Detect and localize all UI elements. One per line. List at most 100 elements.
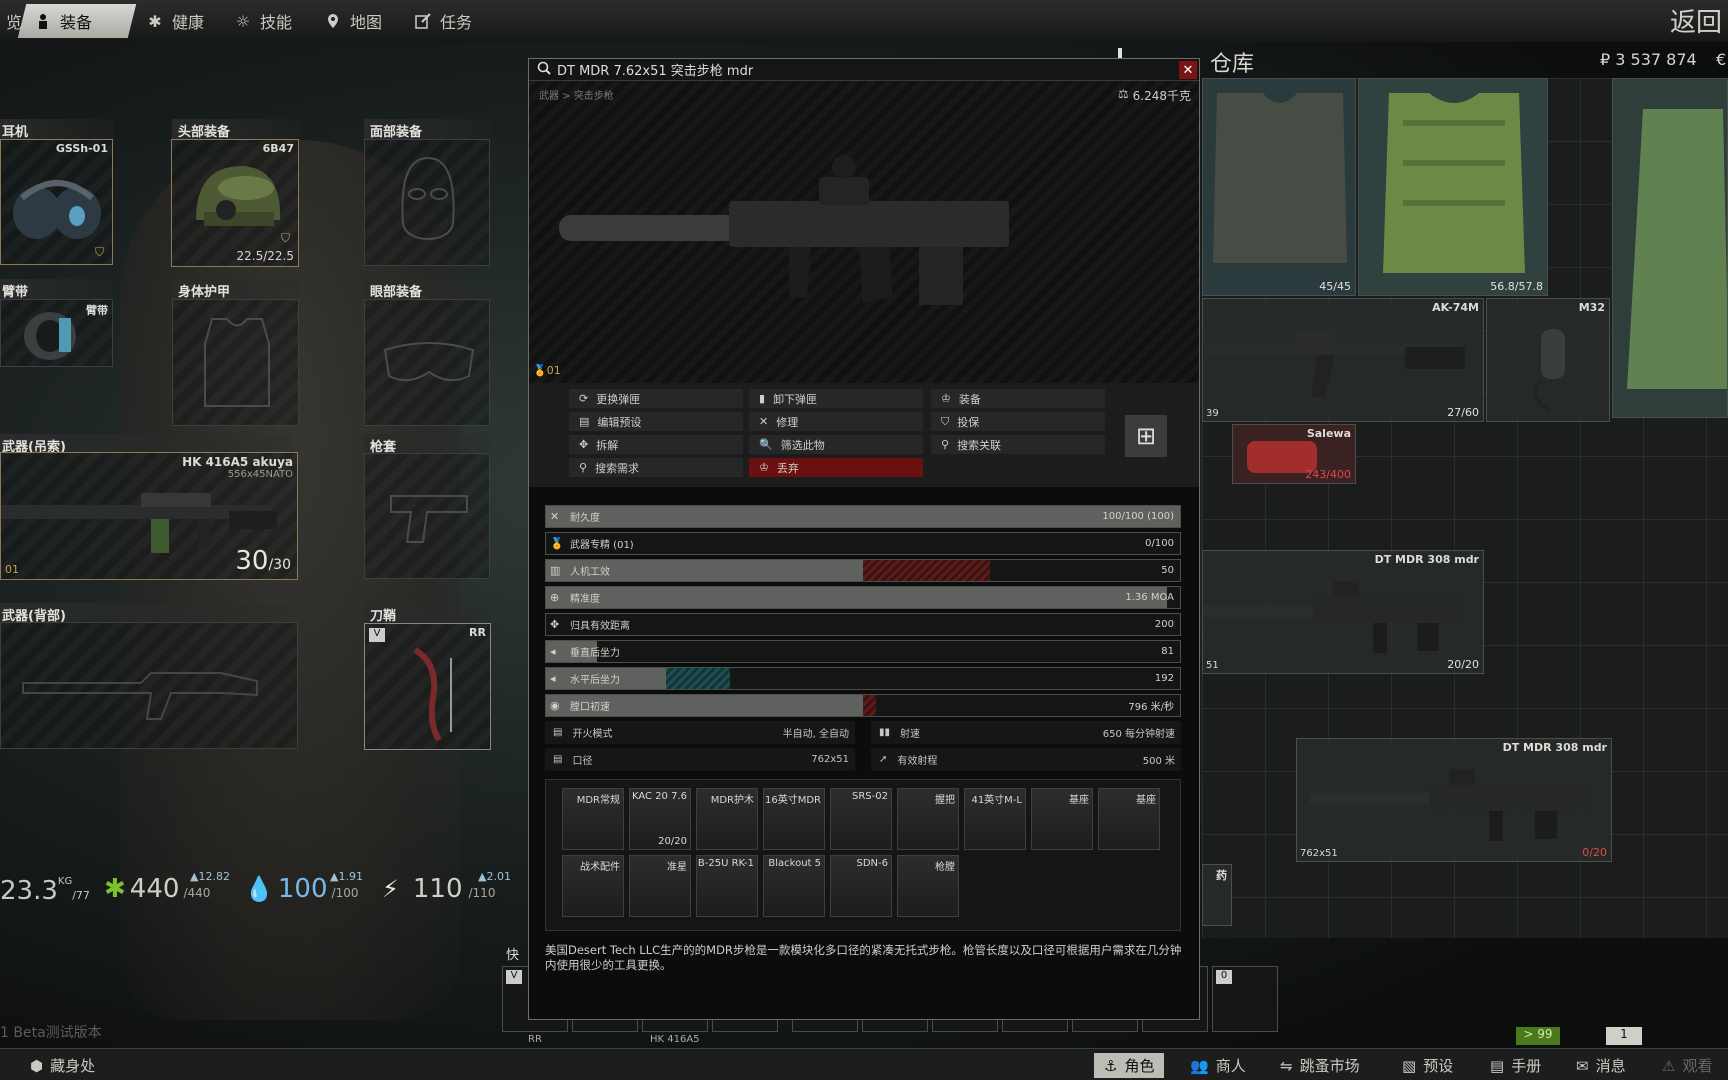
add-to-build-button[interactable]: ⊞	[1125, 415, 1167, 457]
item-inspect-window[interactable]: DT MDR 7.62x51 突击步枪 mdr ✕ 武器 > 突击步枪 ⚖ 6.2…	[528, 58, 1200, 1020]
mod-slot-handguard[interactable]: MDR护木	[696, 788, 758, 850]
karambit-image	[413, 647, 452, 742]
mod-slot-tactical-device[interactable]: 战术配件	[562, 855, 624, 917]
equip-button[interactable]: ♔ 装备	[931, 389, 1105, 408]
handbook-button[interactable]: ▤ 手册	[1480, 1053, 1551, 1078]
weight-readout: 23.3KG/77	[0, 876, 90, 906]
health-icon: ✱	[104, 874, 126, 904]
stat-value: 半自动, 全自动	[782, 729, 849, 740]
flea-market-button[interactable]: ⇋ 跳蚤市场	[1270, 1053, 1370, 1078]
armband-slot[interactable]: 臂带	[0, 299, 113, 367]
stat-horizontal-recoil-bonus	[666, 668, 730, 689]
headset-image	[13, 180, 101, 239]
stat-label: 射速	[900, 729, 921, 740]
presets-button[interactable]: ▧ 预设	[1392, 1053, 1463, 1078]
mod-slot-mount-2[interactable]: 基座	[1098, 788, 1160, 850]
holster-slot[interactable]	[364, 453, 490, 579]
mod-name: 枪膛	[935, 862, 955, 873]
linked-search-button[interactable]: ⚲ 搜索关联	[931, 435, 1105, 454]
pistol-placeholder-icon	[390, 495, 468, 543]
mod-slot-scope[interactable]: SRS-02	[830, 788, 892, 850]
mod-slot-muzzle[interactable]: B-25U RK-1	[696, 855, 758, 917]
stash-item-ak74m[interactable]: AK-74M 39 27/60	[1202, 298, 1484, 422]
filter-by-item-button[interactable]: 🔍 筛选此物	[749, 435, 923, 454]
tab-map[interactable]: 地图	[312, 4, 394, 38]
primary-weapon-mark: 01	[5, 563, 19, 576]
mod-slot-foregrip[interactable]: 握把	[897, 788, 959, 850]
messages-button[interactable]: ✉ 消息	[1566, 1053, 1636, 1078]
character-button[interactable]: ⚓ 角色	[1094, 1053, 1165, 1078]
unload-magazine-button[interactable]: ▮ 卸下弹匣	[749, 389, 923, 408]
action-label: 搜索关联	[957, 438, 1002, 452]
change-magazine-button[interactable]: ⟳ 更换弹匣	[569, 389, 743, 408]
body-armor-slot[interactable]	[172, 299, 299, 426]
primary-weapon-slot[interactable]: HK 416A5 akuya 556x45NATO 01 30/30	[0, 452, 298, 580]
traders-button[interactable]: 👥 商人	[1180, 1053, 1256, 1078]
tab-tasks[interactable]: 任务	[402, 4, 484, 38]
headwear-slot-title: 头部装备	[172, 119, 300, 140]
mod-slot-magazine[interactable]: KAC 20 7.6 20/20	[629, 788, 691, 850]
mod-slot-front-sight[interactable]: 准星	[629, 855, 691, 917]
back-button[interactable]: 返回	[1670, 2, 1722, 39]
stat-accuracy-fill	[546, 587, 1168, 608]
tab-health[interactable]: ✱ 健康	[134, 4, 216, 38]
watch-button[interactable]: ⚠ 观看	[1652, 1053, 1722, 1078]
health-readout: ✱ 440 /440 ▲12.82	[104, 870, 230, 904]
hideout-button[interactable]: ⬢ 藏身处	[20, 1053, 105, 1078]
mod-slot-mount-1[interactable]: 基座	[1031, 788, 1093, 850]
back-weapon-slot[interactable]	[0, 622, 298, 749]
stash-item-armor-2[interactable]: 56.8/57.8	[1358, 78, 1548, 296]
scabbard-slot[interactable]: V RR	[364, 623, 491, 750]
mod-slot-chamber[interactable]: 枪膛	[897, 855, 959, 917]
stat-value: 50	[1161, 565, 1174, 576]
stash-item-armor-1[interactable]: 45/45	[1202, 78, 1356, 296]
tab-skills-label: 技能	[260, 13, 293, 32]
armor-placeholder-icon	[204, 318, 270, 407]
hideout-label: 藏身处	[50, 1057, 96, 1075]
stash-item-name: 药	[1216, 869, 1227, 882]
mod-slot-pistol-grip[interactable]: MDR常规	[562, 788, 624, 850]
stash-item-m32[interactable]: M32	[1486, 298, 1610, 422]
stash-item-salewa[interactable]: Salewa 243/400	[1232, 424, 1356, 484]
eyewear-slot[interactable]	[364, 299, 490, 426]
stash-item-dt-mdr-1[interactable]: DT MDR 308 mdr 51 20/20	[1202, 550, 1484, 674]
flea-market-label: 跳蚤市场	[1299, 1057, 1360, 1075]
stat-label: 口径	[572, 756, 593, 767]
quickslot-11[interactable]: 0	[1212, 966, 1278, 1032]
bottom-nav-bar: ⬢ 藏身处 > 99 1 ⚓ 角色 👥 商人 ⇋ 跳蚤市场 ▧ 预设 ▤ 手册 ✉ 消息 ⚠ 观…	[0, 1027, 1728, 1080]
mod-slot-barrel[interactable]: 16英寸MDR	[763, 788, 825, 850]
edit-preset-button[interactable]: ▤ 编辑预设	[569, 412, 743, 431]
insure-button[interactable]: ⛉ 投保	[931, 412, 1105, 431]
holster-slot-title: 枪套	[364, 434, 490, 455]
close-button[interactable]: ✕	[1179, 61, 1197, 79]
stash-grid[interactable]: 45/45 56.8/57.8 AK-74M 39 27/60 M32 Sale…	[1202, 78, 1728, 938]
tab-health-label: 健康	[172, 13, 205, 32]
stash-item-meds[interactable]: 药	[1202, 864, 1232, 926]
camo-vest-image	[1627, 109, 1727, 389]
scabbard-tag: V	[369, 628, 385, 642]
goggles-placeholder-icon	[383, 342, 475, 382]
stash-item-dt-mdr-2[interactable]: DT MDR 308 mdr 762x51 0/20	[1296, 738, 1612, 862]
required-search-button[interactable]: ⚲ 搜索需求	[569, 458, 743, 477]
traders-icon: 👥	[1190, 1056, 1209, 1075]
discard-button[interactable]: ♔ 丢弃	[749, 458, 923, 477]
tab-skills[interactable]: ☼ 技能	[222, 4, 304, 38]
eyewear-slot-title: 眼部装备	[364, 279, 490, 300]
stat-ergonomics-penalty	[863, 560, 990, 581]
earpiece-slot[interactable]: GSSh-01 ⛉	[0, 139, 113, 265]
headwear-slot[interactable]: 6B47 ⛉ 22.5/22.5	[171, 139, 299, 267]
facecover-slot[interactable]	[364, 139, 490, 266]
vest-image	[1213, 93, 1347, 263]
mod-slot-rail[interactable]: SDN-6	[830, 855, 892, 917]
equip-icon: ♔	[941, 392, 951, 405]
link-icon: ⚲	[941, 438, 950, 451]
tab-gear[interactable]: 装备	[17, 4, 137, 38]
reload-icon: ⟳	[579, 392, 589, 405]
mod-name: 准星	[667, 862, 687, 873]
mod-slot-tactical[interactable]: 41英寸M-L	[964, 788, 1026, 850]
disassemble-button[interactable]: ✥ 拆解	[569, 435, 743, 454]
stash-item-armor-3[interactable]	[1612, 78, 1728, 418]
repair-button[interactable]: ✕ 修理	[749, 412, 923, 431]
mod-slot-suppressor[interactable]: Blackout 5	[763, 855, 825, 917]
tab-map-label: 地图	[350, 13, 383, 32]
